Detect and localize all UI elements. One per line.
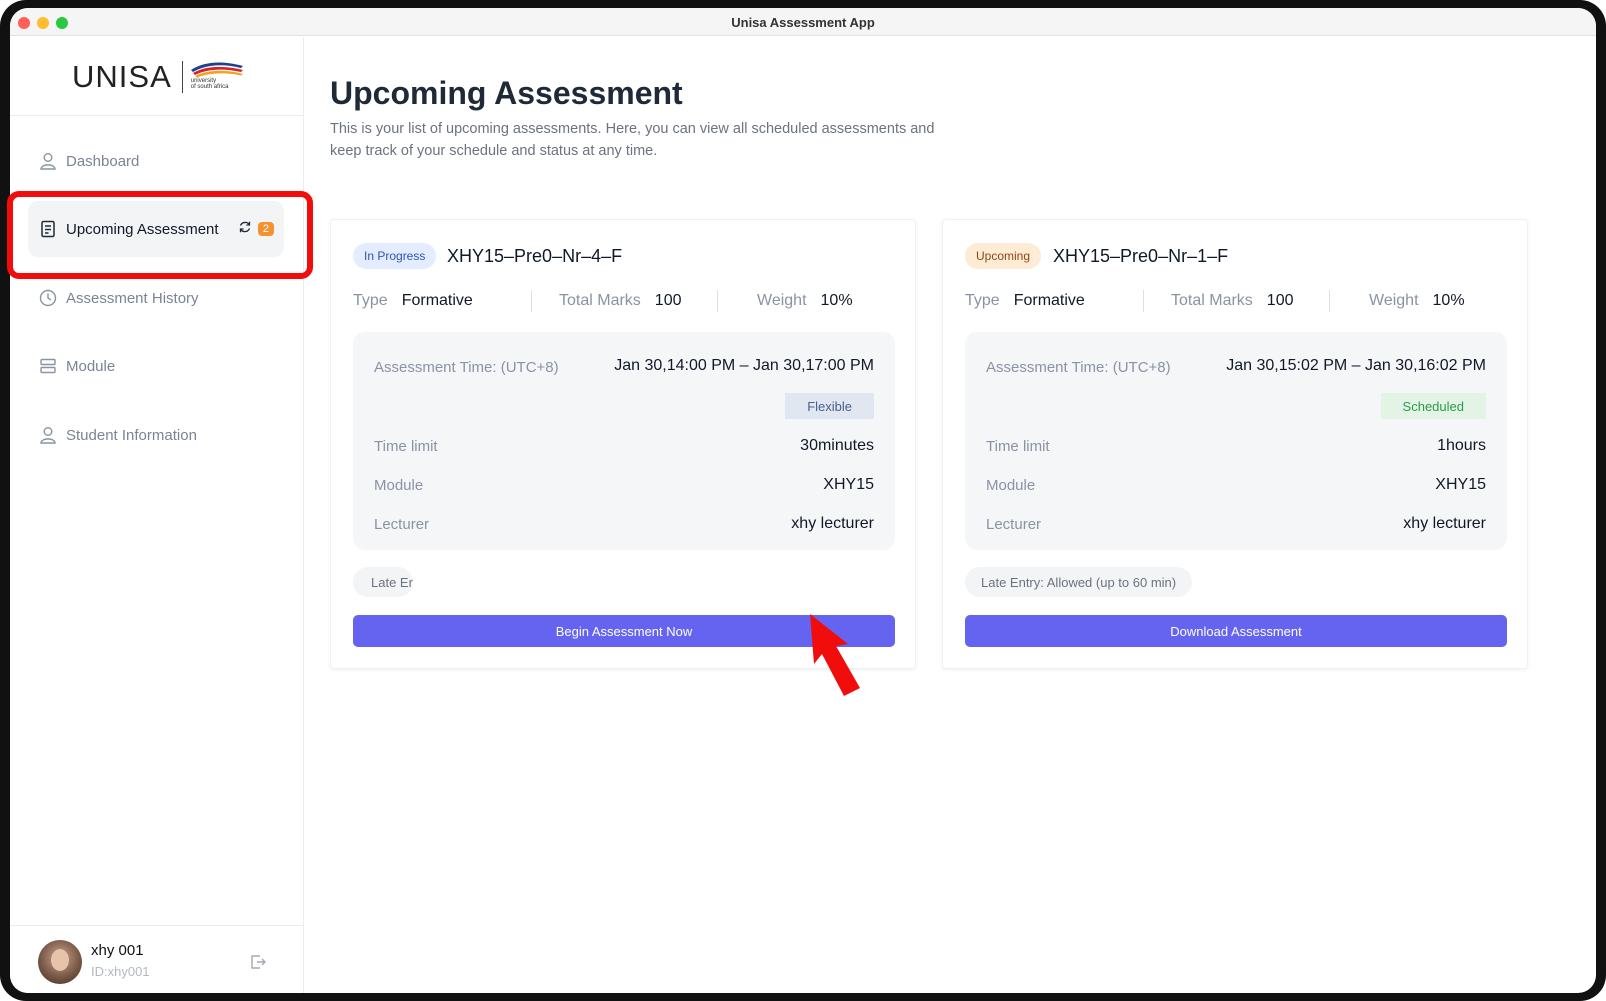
logo-mark: university of south africa xyxy=(189,60,245,94)
title-bar: Unisa Assessment App xyxy=(10,8,1596,36)
assessment-code: XHY15–Pre0–Nr–4–F xyxy=(447,246,623,266)
module-value: XHY15 xyxy=(1435,476,1486,493)
unisa-logo: UNISA university of south africa xyxy=(72,59,245,95)
module-label: Module xyxy=(986,477,1036,494)
sidebar-item-student-information[interactable]: Student Information xyxy=(28,407,284,463)
weight-value: 10% xyxy=(1432,292,1465,309)
pointer-arrow-icon xyxy=(810,614,860,696)
weight-field: Weight 10% xyxy=(1330,292,1465,310)
download-assessment-button[interactable]: Download Assessment xyxy=(965,615,1507,647)
lecturer-label: Lecturer xyxy=(374,516,430,533)
avatar[interactable] xyxy=(38,940,82,984)
status-badge: Upcoming xyxy=(965,243,1042,269)
type-field: Type Formative xyxy=(353,292,531,310)
assessment-time-label: Assessment Time: (UTC+8) xyxy=(374,359,559,376)
time-limit-value: 1hours xyxy=(1437,437,1486,454)
user-id: ID:xhy001 xyxy=(91,964,150,979)
type-value: Formative xyxy=(401,292,473,309)
assessment-meta: Type Formative Total Marks 100 Weight 10… xyxy=(965,288,1505,314)
user-profile: xhy 001 ID:xhy001 xyxy=(10,925,304,993)
sidebar-item-dashboard[interactable]: Dashboard xyxy=(28,133,284,189)
user-name: xhy 001 xyxy=(91,942,144,959)
lecturer-label: Lecturer xyxy=(986,516,1042,533)
logo-subtext-line-2: of south africa xyxy=(190,84,229,90)
assessment-card-2: Upcoming XHY15–Pre0–Nr–1–F Type Formativ… xyxy=(942,219,1528,669)
clock-icon xyxy=(38,288,58,308)
time-limit-value: 30minutes xyxy=(800,437,874,454)
logo-divider xyxy=(181,61,183,93)
user-icon xyxy=(38,425,58,445)
user-icon xyxy=(38,151,58,171)
total-marks-field: Total Marks 100 xyxy=(532,292,717,310)
screen-frame: Unisa Assessment App UNISA university of… xyxy=(0,0,1606,1001)
stack-icon xyxy=(38,356,58,376)
assessment-time-value: Jan 30,14:00 PM – Jan 30,17:00 PM xyxy=(614,357,874,374)
weight-value: 10% xyxy=(820,292,853,309)
lecturer-value: xhy lecturer xyxy=(791,515,874,532)
sidebar-item-label: Dashboard xyxy=(66,152,140,170)
page-description: This is your list of upcoming assessment… xyxy=(330,121,935,159)
mode-tag: Flexible xyxy=(785,393,874,419)
late-entry-badge: Late Entry: Allowed (up to 60 min) xyxy=(965,567,1193,597)
type-value: Formative xyxy=(1013,292,1085,309)
sidebar-item-label: Module xyxy=(66,357,116,375)
module-label: Module xyxy=(374,477,424,494)
lecturer-value: xhy lecturer xyxy=(1403,515,1486,532)
assessment-details: Assessment Time: (UTC+8) Jan 30,15:02 PM… xyxy=(965,332,1507,550)
highlight-annotation xyxy=(7,191,313,279)
logo-text: UNISA xyxy=(72,59,172,94)
page-title: Upcoming Assessment xyxy=(330,75,683,111)
status-badge: In Progress xyxy=(353,243,437,269)
late-entry-badge: Late Er xyxy=(353,567,413,597)
logo-subtext: university of south africa xyxy=(191,78,229,90)
sidebar-item-module[interactable]: Module xyxy=(28,338,284,394)
logout-icon[interactable] xyxy=(248,952,268,972)
module-value: XHY15 xyxy=(823,476,874,493)
assessment-meta: Type Formative Total Marks 100 Weight 10… xyxy=(353,288,893,314)
sidebar-item-label: Assessment History xyxy=(66,289,199,307)
assessment-time-value: Jan 30,15:02 PM – Jan 30,16:02 PM xyxy=(1226,357,1486,374)
total-marks-value: 100 xyxy=(1266,292,1294,309)
weight-field: Weight 10% xyxy=(718,292,853,310)
app-window: Unisa Assessment App UNISA university of… xyxy=(10,8,1596,993)
window-title: Unisa Assessment App xyxy=(731,15,875,30)
weight-label: Weight xyxy=(757,292,807,309)
sidebar: UNISA university of south africa Dashboa… xyxy=(10,37,304,993)
total-marks-value: 100 xyxy=(654,292,682,309)
mode-tag: Scheduled xyxy=(1380,393,1486,419)
type-label: Type xyxy=(353,292,388,309)
logo-swoosh-icon xyxy=(190,62,243,78)
assessment-code: XHY15–Pre0–Nr–1–F xyxy=(1053,246,1229,266)
main-content: Upcoming Assessment This is your list of… xyxy=(305,37,1596,993)
time-limit-label: Time limit xyxy=(986,438,1050,455)
total-marks-label: Total Marks xyxy=(559,292,641,309)
sidebar-item-label: Student Information xyxy=(66,426,197,444)
weight-label: Weight xyxy=(1369,292,1419,309)
total-marks-field: Total Marks 100 xyxy=(1144,292,1329,310)
total-marks-label: Total Marks xyxy=(1171,292,1253,309)
time-limit-label: Time limit xyxy=(374,438,438,455)
assessment-details: Assessment Time: (UTC+8) Jan 30,14:00 PM… xyxy=(353,332,895,550)
sidebar-divider xyxy=(10,115,303,116)
assessment-time-label: Assessment Time: (UTC+8) xyxy=(986,359,1171,376)
type-label: Type xyxy=(965,292,1000,309)
type-field: Type Formative xyxy=(965,292,1143,310)
